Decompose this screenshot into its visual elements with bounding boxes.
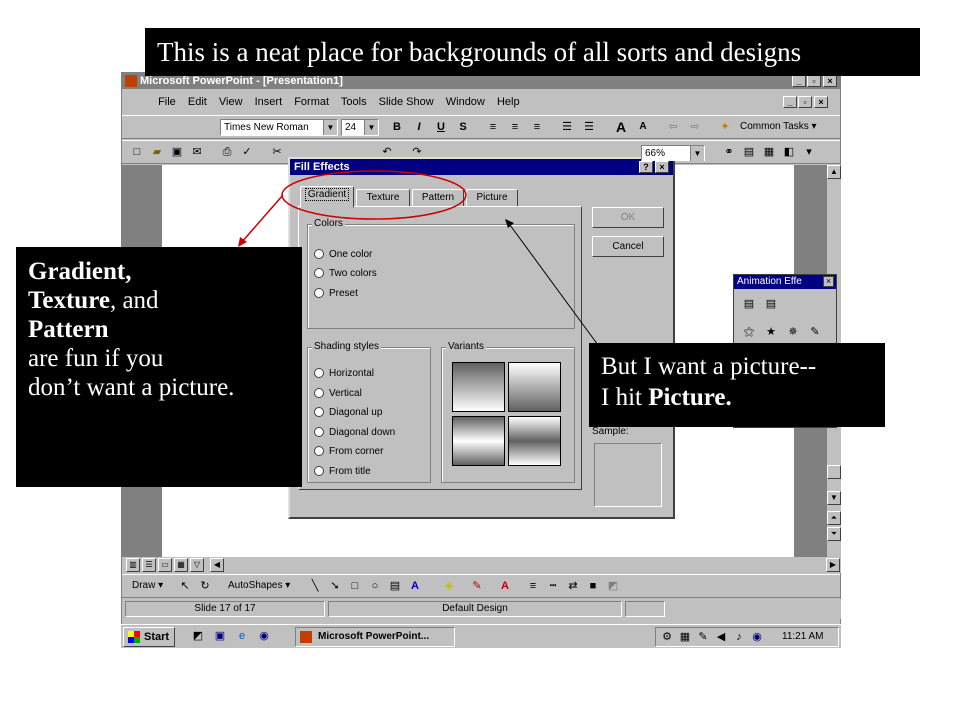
callout-line5: don’t want a picture. xyxy=(28,374,235,401)
tab-gradient[interactable]: Gradient xyxy=(300,186,354,208)
left-callout-caption: Gradient, Texture, and Pattern are fun i… xyxy=(16,247,302,487)
top-banner-caption: This is a neat place for backgrounds of … xyxy=(145,28,920,76)
red-arrow-line xyxy=(240,194,284,244)
callout-pattern: Pattern xyxy=(28,316,109,343)
zoom-value: 66% xyxy=(645,148,666,159)
right-callout-caption: But I want a picture-- I hit Picture. xyxy=(589,343,885,427)
black-arrowhead xyxy=(505,219,514,228)
callout-gradient: Gradient, xyxy=(28,258,132,285)
right-callout-prefix: I hit xyxy=(601,384,649,411)
callout-texture: Texture xyxy=(28,287,110,314)
right-callout-line1: But I want a picture-- xyxy=(601,353,817,380)
callout-and: , and xyxy=(109,287,159,314)
zoom-combo[interactable]: 66% ▼ xyxy=(641,145,705,161)
top-banner-text: This is a neat place for backgrounds of … xyxy=(157,37,802,67)
black-arrow-line xyxy=(509,224,599,346)
right-callout-picture: Picture. xyxy=(648,384,732,411)
chevron-down-icon[interactable]: ▼ xyxy=(690,146,704,161)
tab-gradient-label: Gradient xyxy=(304,188,350,201)
callout-line4: are fun if you xyxy=(28,345,164,372)
